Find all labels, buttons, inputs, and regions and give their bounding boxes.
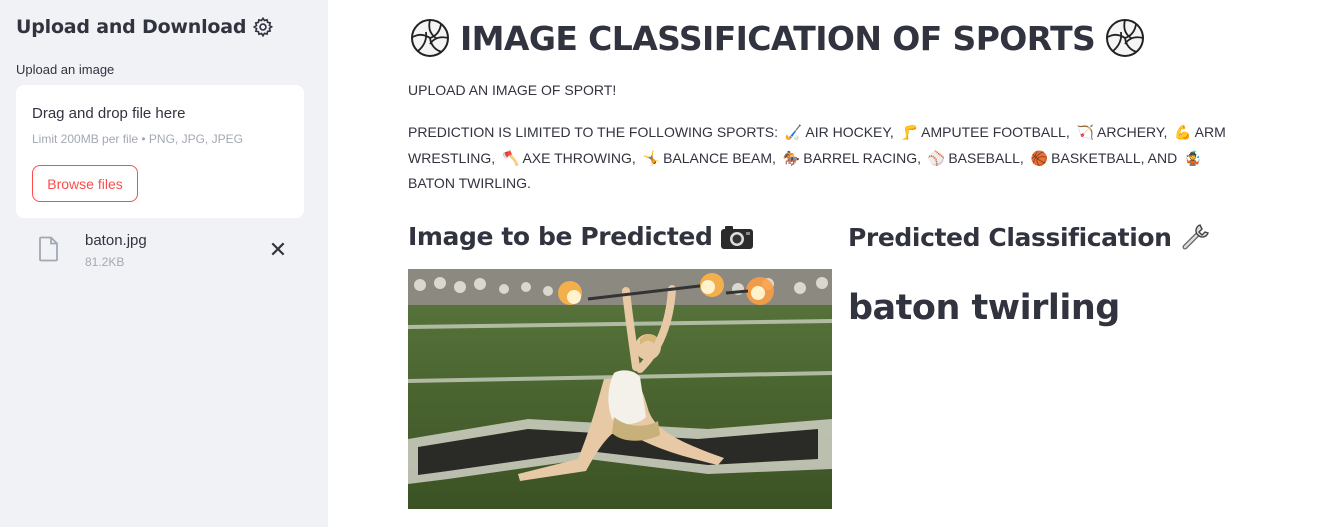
camera-icon	[721, 225, 754, 249]
close-icon[interactable]: ✕	[268, 238, 288, 262]
gymnast-icon: 🤸	[642, 149, 661, 166]
sports-intro: PREDICTION IS LIMITED TO THE FOLLOWING S…	[408, 124, 779, 140]
wrench-icon	[1182, 224, 1209, 250]
browse-files-button[interactable]: Browse files	[32, 165, 138, 202]
volleyball-icon	[1106, 19, 1145, 57]
basketball-icon: 🏀	[1030, 149, 1049, 166]
main-content: IMAGE CLASSIFICATION OF SPORTS UPLOAD AN…	[328, 0, 1343, 527]
sport-item: BASEBALL,	[948, 149, 1024, 166]
sidebar: Upload and Download Upload an image Drag…	[0, 0, 328, 527]
file-icon	[39, 236, 58, 262]
image-heading-text: Image to be Predicted	[408, 222, 713, 251]
horse-racing-icon: 🏇	[782, 149, 801, 166]
sidebar-title-text: Upload and Download	[16, 16, 247, 38]
upload-label: Upload an image	[16, 62, 115, 77]
sport-item: ARCHERY,	[1097, 124, 1168, 140]
sports-list: PREDICTION IS LIMITED TO THE FOLLOWING S…	[408, 120, 1248, 197]
prediction-result: baton twirling	[848, 288, 1120, 328]
juggling-icon: 🤹	[1184, 149, 1202, 166]
file-dropzone[interactable]: Drag and drop file here Limit 200MB per …	[16, 85, 304, 218]
gear-icon	[253, 16, 274, 38]
sport-item: BASKETBALL, AND	[1051, 149, 1178, 166]
hockey-stick-icon: 🏑	[784, 124, 803, 140]
sport-item: AIR HOCKEY,	[805, 124, 894, 140]
page-title-text: IMAGE CLASSIFICATION OF SPORTS	[460, 18, 1096, 58]
dropzone-title: Drag and drop file here	[32, 105, 186, 122]
axe-icon: 🪓	[502, 149, 520, 166]
uploaded-image	[408, 269, 832, 509]
sport-item: BALANCE BEAM,	[663, 149, 776, 166]
app-window: Upload and Download Upload an image Drag…	[0, 0, 1343, 527]
flexed-biceps-icon: 💪	[1174, 124, 1192, 140]
baseball-icon: ⚾	[927, 149, 946, 166]
uploaded-file-row: baton.jpg 81.2KB ✕	[16, 228, 304, 276]
bow-and-arrow-icon: 🏹	[1076, 124, 1095, 140]
subtitle: UPLOAD AN IMAGE OF SPORT!	[408, 82, 617, 98]
classification-heading-text: Predicted Classification	[848, 222, 1172, 252]
classification-heading: Predicted Classification	[848, 222, 1210, 252]
sport-item: BARREL RACING,	[803, 149, 921, 166]
sport-item: AMPUTEE FOOTBALL,	[921, 124, 1070, 140]
sidebar-title: Upload and Download	[16, 16, 274, 38]
file-name: baton.jpg	[85, 232, 147, 249]
dropzone-limit: Limit 200MB per file • PNG, JPG, JPEG	[32, 132, 243, 146]
leg-icon: 🦵	[900, 124, 919, 140]
sport-item: BATON TWIRLING.	[408, 175, 531, 191]
sport-item: AXE THROWING,	[522, 149, 636, 166]
image-heading: Image to be Predicted	[408, 222, 754, 251]
file-size: 81.2KB	[85, 255, 125, 269]
volleyball-icon	[411, 19, 449, 57]
page-title: IMAGE CLASSIFICATION OF SPORTS	[410, 18, 1145, 58]
